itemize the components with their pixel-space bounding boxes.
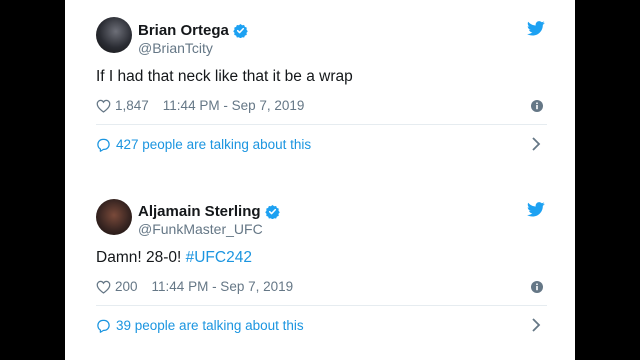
conversation-link-label[interactable]: 427 people are talking about this [116,137,311,152]
twitter-bird-icon[interactable] [527,202,545,217]
tweet-timestamp[interactable]: 11:44 PM - Sep 7, 2019 [163,98,305,113]
tweet-meta: 1,847 11:44 PM - Sep 7, 2019 [96,98,304,113]
tweet-timestamp[interactable]: 11:44 PM - Sep 7, 2019 [152,279,294,294]
tweet-meta: 200 11:44 PM - Sep 7, 2019 [96,279,293,294]
verified-badge-icon [264,204,280,219]
author-row: Brian Ortega [138,22,248,39]
tweet-text: If I had that neck like that it be a wra… [96,68,353,85]
like-count[interactable]: 200 [115,279,138,294]
speech-bubble-icon [97,138,110,152]
twitter-bird-icon[interactable] [527,21,545,36]
author-handle[interactable]: @BrianTcity [138,40,213,56]
chevron-right-icon[interactable] [531,137,541,151]
tweet-card[interactable]: Brian Ortega @BrianTcity If I had that n… [65,0,575,180]
heart-icon[interactable] [96,99,111,113]
author-name[interactable]: Aljamain Sterling [138,203,261,220]
speech-bubble-icon [97,319,110,333]
tweet-card[interactable]: Aljamain Sterling @FunkMaster_UFC Damn! … [65,181,575,360]
divider [96,305,547,306]
avatar[interactable] [96,17,132,53]
tweet-text-plain: Damn! 28-0! [96,249,186,266]
info-icon[interactable] [531,281,543,293]
divider [96,124,547,125]
author-handle[interactable]: @FunkMaster_UFC [138,221,263,237]
avatar[interactable] [96,199,132,235]
conversation-link[interactable]: 39 people are talking about this [96,318,304,333]
conversation-link[interactable]: 427 people are talking about this [96,137,311,152]
tweet-text: Damn! 28-0! #UFC242 [96,249,252,267]
author-name[interactable]: Brian Ortega [138,22,229,39]
heart-icon[interactable] [96,280,111,294]
like-count[interactable]: 1,847 [115,98,149,113]
info-icon[interactable] [531,100,543,112]
hashtag-link[interactable]: #UFC242 [186,249,252,266]
verified-badge-icon [233,23,248,38]
tweets-panel: Brian Ortega @BrianTcity If I had that n… [65,0,575,360]
author-row: Aljamain Sterling [138,203,280,220]
conversation-link-label[interactable]: 39 people are talking about this [116,318,304,333]
chevron-right-icon[interactable] [531,318,541,332]
